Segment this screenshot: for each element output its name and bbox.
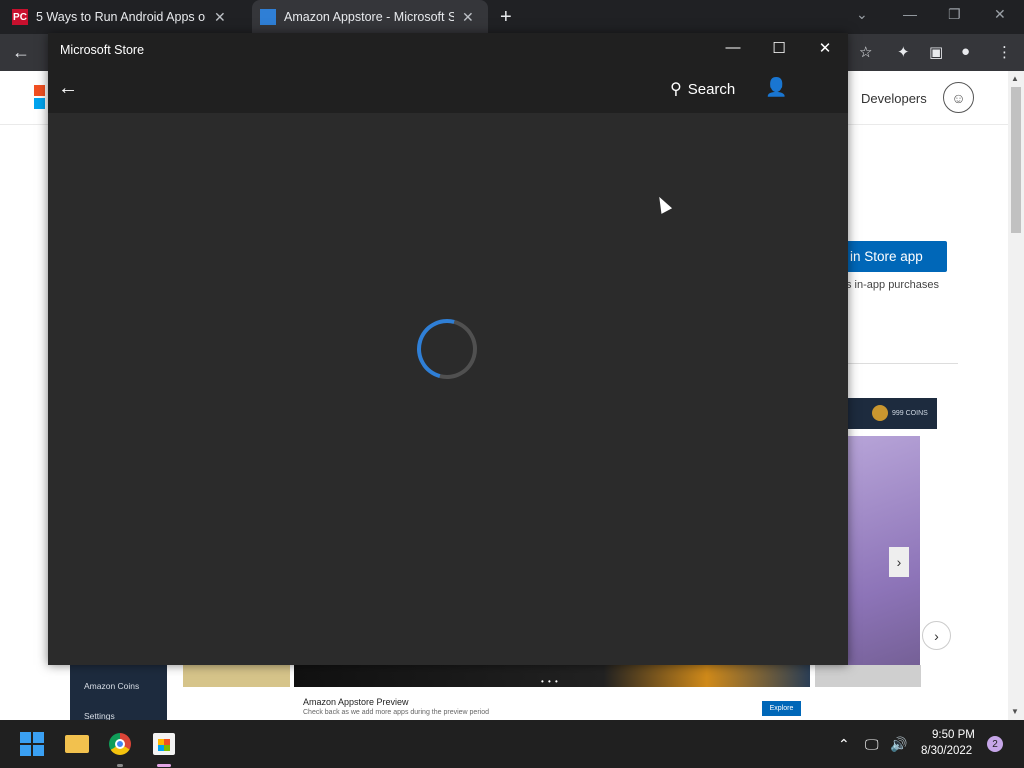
start-button[interactable] [18,730,46,758]
chrome-icon[interactable] [106,730,134,758]
minimize-icon[interactable]: — [718,39,748,56]
browser-tab-pcmag[interactable]: PC 5 Ways to Run Android Apps on ✕ [12,0,226,34]
scrollbar-thumb[interactable] [1011,87,1021,233]
side-panel-icon[interactable]: ▣ [929,43,943,61]
taskbar: ⌃ 🖵 🔊 9:50 PM 8/30/2022 2 [0,720,1024,768]
developers-link[interactable]: Developers [861,91,927,106]
scroll-down-icon[interactable]: ▼ [1011,707,1019,716]
page-scrollbar[interactable]: ▲ ▼ [1008,71,1024,720]
microsoft-store-window: Microsoft Store — ☐ ✕ ← ⚲ Search 👤 [48,33,848,665]
add-account-icon[interactable]: 👤 [765,77,787,98]
browser-back-icon[interactable]: ← [12,42,30,63]
search-icon: ⚲ [670,81,682,98]
microsoft-store-taskbar-icon[interactable] [150,730,178,758]
screenshot-image [848,436,920,687]
close-icon[interactable]: ✕ [810,39,840,57]
store-favicon-icon [260,9,276,25]
extensions-icon[interactable]: ✦ [897,43,910,61]
browser-tab-amazon-appstore[interactable]: Amazon Appstore - Microsoft St ✕ [252,0,488,34]
in-app-purchases-note: s in-app purchases [846,279,939,291]
carousel-dots[interactable]: • • • [541,677,559,686]
tab-title: Amazon Appstore - Microsoft St [284,10,454,24]
windows-logo-icon [20,732,44,756]
new-tab-button[interactable]: + [500,6,512,29]
account-avatar-icon[interactable]: ☺ [943,82,974,113]
notification-badge[interactable]: 2 [987,736,1003,752]
divider [848,363,958,364]
back-arrow-icon[interactable]: ← [58,77,78,100]
screenshot-thumbnail[interactable] [815,665,921,687]
browser-close-icon[interactable]: ✕ [994,6,1006,23]
maximize-icon[interactable]: ☐ [764,39,794,57]
tab-title: 5 Ways to Run Android Apps on [36,10,206,24]
screenshot-thumbnail[interactable] [183,665,290,687]
side-menu-item: Amazon Coins [84,681,140,691]
search-label: Search [687,80,736,98]
search-button[interactable]: ⚲ Search [670,79,735,99]
bookmark-star-icon[interactable]: ☆ [859,43,872,61]
explore-button[interactable]: Explore [762,701,801,716]
preview-title: Amazon Appstore Preview [303,697,409,707]
microsoft-logo-icon [34,85,48,109]
side-menu-item: Settings [84,711,115,720]
screenshot-side-menu: Amazon Coins Settings [70,665,167,720]
active-indicator [157,764,171,767]
browser-restore-icon[interactable]: ❐ [948,6,961,23]
pcmag-favicon-icon: PC [12,9,28,25]
running-indicator [117,764,123,767]
carousel-next-icon[interactable]: › [922,621,951,650]
clock-time[interactable]: 9:50 PM [932,729,975,741]
screenshot-next-icon[interactable]: › [889,547,909,577]
store-header: ← ⚲ Search 👤 [48,67,848,113]
screenshot-header: 999 COINS [848,398,937,429]
coin-icon [872,405,888,421]
coins-badge: 999 COINS [892,410,928,417]
clock-date[interactable]: 8/30/2022 [921,745,972,757]
browser-minimize-icon[interactable]: — [903,6,917,22]
loading-spinner-icon [406,308,488,390]
browser-menu-icon[interactable]: ⋮ [997,43,1012,61]
show-hidden-icons-icon[interactable]: ⌃ [838,736,850,753]
preview-subtitle: Check back as we add more apps during th… [303,709,489,716]
window-title: Microsoft Store [60,43,145,57]
tab-close-icon[interactable]: ✕ [462,9,474,26]
scroll-up-icon[interactable]: ▲ [1011,74,1019,83]
network-icon[interactable]: 🖵 [865,736,879,753]
tab-search-icon[interactable]: ⌄ [856,6,868,23]
store-title-bar[interactable]: Microsoft Store — ☐ ✕ [48,33,848,67]
tab-close-icon[interactable]: ✕ [214,9,226,26]
file-explorer-icon[interactable] [63,730,91,758]
volume-icon[interactable]: 🔊 [890,736,907,753]
profile-icon[interactable]: ● [961,43,970,60]
browser-tab-strip: PC 5 Ways to Run Android Apps on ✕ Amazo… [0,0,1024,34]
